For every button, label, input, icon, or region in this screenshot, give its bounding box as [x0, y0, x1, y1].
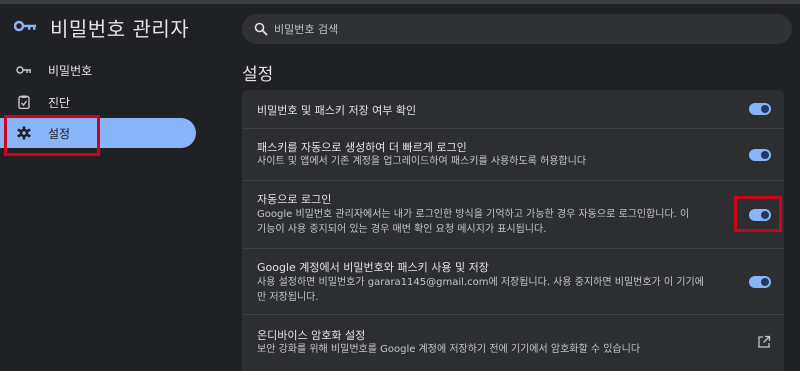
password-manager-logo-icon [14, 20, 36, 32]
app-title: 비밀번호 관리자 [50, 17, 190, 41]
save-prompt-toggle[interactable] [749, 103, 771, 115]
sidebar-item-label: 진단 [48, 96, 71, 110]
sidebar-item-label: 비밀번호 [48, 64, 93, 78]
search-box[interactable] [242, 14, 792, 44]
sidebar-item-checkup[interactable]: 진단 [0, 87, 196, 117]
search-icon [254, 22, 268, 36]
setting-description-line2: 기능이 사용 중지되어 있는 경우 매번 확인 요청 메시지가 표시됩니다. [257, 224, 547, 235]
setting-description-line1: 사용 설정하면 비밀번호가 garara1145@gmail.com에 저장됩니… [257, 277, 704, 288]
setting-description-line1: Google 비밀번호 관리자에서는 내가 로그인한 방식을 기억하고 가능한 … [257, 209, 690, 220]
setting-row-on-device-encryption[interactable]: 온디바이스 암호화 설정 보안 강화를 위해 비밀번호를 Google 계정에 … [242, 314, 784, 371]
setting-row-auto-sign-in: 자동으로 로그인 Google 비밀번호 관리자에서는 내가 로그인한 방식을 … [242, 180, 784, 248]
toggle-knob [761, 278, 769, 286]
setting-row-save-prompt: 비밀번호 및 패스키 저장 여부 확인 [242, 90, 784, 128]
section-title: 설정 [242, 65, 274, 85]
google-account-storage-toggle[interactable] [749, 276, 771, 288]
setting-title: Google 계정에서 비밀번호와 패스키 사용 및 저장 [257, 261, 489, 274]
setting-description: 보안 강화를 위해 비밀번호를 Google 계정에 저장하기 전에 기기에서 … [257, 344, 641, 355]
app-header: 비밀번호 관리자 [0, 4, 800, 52]
toggle-knob [761, 151, 769, 159]
clipboard-check-icon [18, 95, 30, 109]
toggle-knob [761, 211, 769, 219]
setting-description-line2: 만 저장됩니다. [257, 292, 319, 303]
setting-title: 비밀번호 및 패스키 저장 여부 확인 [257, 104, 417, 117]
setting-description: 사이트 및 앱에서 기존 계정을 업그레이드하여 패스키를 사용하도록 허용합니… [257, 156, 587, 167]
auto-passkey-toggle[interactable] [749, 149, 771, 161]
settings-card: 비밀번호 및 패스키 저장 여부 확인 패스키를 자동으로 생성하여 더 빠르게… [242, 90, 784, 371]
setting-row-google-account-storage: Google 계정에서 비밀번호와 패스키 사용 및 저장 사용 설정하면 비밀… [242, 248, 784, 314]
sidebar-item-settings[interactable]: 설정 [0, 118, 196, 148]
open-in-new-icon[interactable] [757, 335, 771, 349]
auto-sign-in-toggle[interactable] [749, 209, 771, 221]
setting-title: 패스키를 자동으로 생성하여 더 빠르게 로그인 [257, 141, 467, 154]
setting-row-auto-passkey: 패스키를 자동으로 생성하여 더 빠르게 로그인 사이트 및 앱에서 기존 계정… [242, 128, 784, 180]
key-icon [16, 66, 31, 74]
setting-title: 온디바이스 암호화 설정 [257, 329, 366, 342]
setting-title: 자동으로 로그인 [257, 193, 332, 206]
sidebar-item-label: 설정 [48, 127, 71, 141]
search-input[interactable] [274, 20, 774, 38]
gear-icon [17, 126, 31, 140]
sidebar-item-passwords[interactable]: 비밀번호 [0, 55, 196, 85]
toggle-knob [761, 105, 769, 113]
